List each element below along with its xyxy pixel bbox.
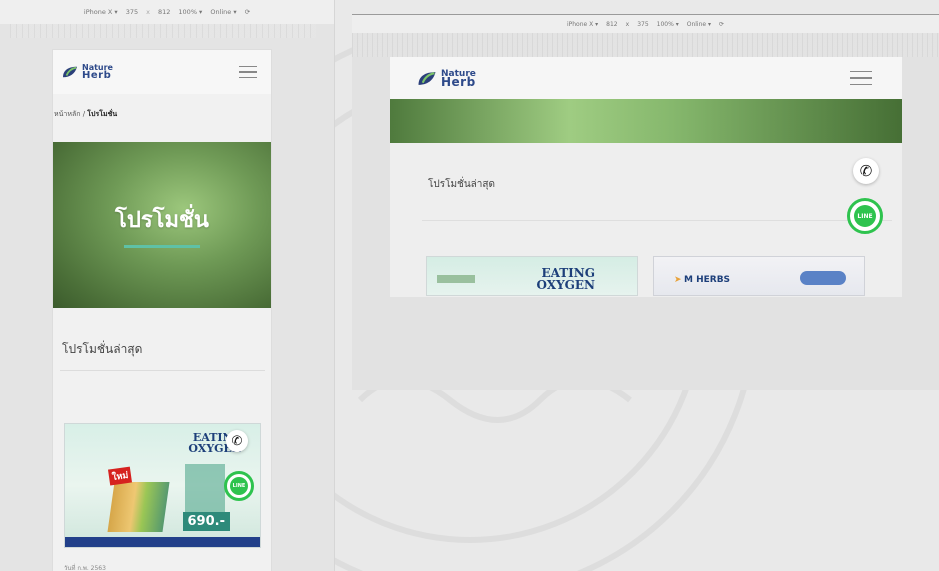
rotate-icon[interactable]: ⟳ xyxy=(719,21,724,28)
rotate-icon[interactable]: ⟳ xyxy=(245,8,250,16)
width-input[interactable]: 812 xyxy=(606,21,617,28)
section-title: โปรโมชั่นล่าสุด xyxy=(428,179,496,190)
height-input[interactable]: 375 xyxy=(637,21,648,28)
menu-icon[interactable] xyxy=(239,65,257,79)
site-header: Nature Herb xyxy=(53,50,271,94)
promo-footer-bar xyxy=(65,537,260,547)
logo-line2: Herb xyxy=(441,75,476,89)
device-toolbar: iPhone X ▾ 375 x 812 100% ▾ Online ▾ ⟳ xyxy=(0,0,334,24)
post-meta: วันที่ ก.พ. 2563 xyxy=(64,565,106,571)
dimension-separator: x xyxy=(625,20,630,28)
promo-tag xyxy=(437,275,475,283)
bird-icon: ➤ xyxy=(674,275,682,285)
breadcrumb-current: โปรโมชั่น xyxy=(87,110,118,118)
promo-title: EATING OXYGEN xyxy=(536,266,595,292)
width-input[interactable]: 375 xyxy=(126,8,138,16)
zoom-select[interactable]: 100% ▾ xyxy=(178,8,202,16)
site-logo[interactable]: Nature Herb xyxy=(61,64,113,81)
breadcrumb: หน้าหลัก / โปรโมชั่น xyxy=(54,109,117,120)
site-logo[interactable]: Nature Herb xyxy=(416,70,476,89)
phone-call-icon[interactable]: ✆ xyxy=(853,158,879,184)
device-select[interactable]: iPhone X ▾ xyxy=(567,21,598,28)
page-title: โปรโมชั่น xyxy=(115,208,209,233)
promo-price: 690.- xyxy=(182,512,230,531)
line-chat-icon[interactable]: LINE xyxy=(224,471,254,501)
network-select[interactable]: Online ▾ xyxy=(210,8,236,16)
logo-line2: Herb xyxy=(82,70,112,81)
hero-banner xyxy=(390,99,902,143)
device-toolbar-landscape: iPhone X ▾ 812 x 375 100% ▾ Online ▾ ⟳ xyxy=(352,15,939,33)
breadcrumb-home-link[interactable]: หน้าหลัก xyxy=(54,110,80,118)
hero-banner: โปรโมชั่น xyxy=(53,142,271,308)
leaf-icon xyxy=(418,71,436,85)
title-underline xyxy=(124,245,200,248)
site-header: Nature Herb xyxy=(390,57,902,99)
zoom-select[interactable]: 100% ▾ xyxy=(657,21,679,28)
menu-icon[interactable] xyxy=(850,70,872,86)
promo-pill xyxy=(800,271,846,285)
promo-card-mherbs[interactable]: ➤ M HERBS xyxy=(653,256,865,296)
promo-graphic xyxy=(185,464,225,514)
ruler-bar xyxy=(352,33,939,57)
network-select[interactable]: Online ▾ xyxy=(687,21,711,28)
section-divider xyxy=(422,220,892,221)
phone-call-icon[interactable]: ✆ xyxy=(226,430,248,452)
new-badge: ใหม่ xyxy=(107,466,133,486)
product-image xyxy=(107,482,170,532)
section-divider xyxy=(60,370,265,371)
brand-logo: M HERBS xyxy=(684,275,731,285)
promo-card-eating-oxygen[interactable]: EATING OXYGEN xyxy=(426,256,638,296)
ruler-bar xyxy=(10,24,316,38)
dimension-separator: x xyxy=(146,8,150,16)
height-input[interactable]: 812 xyxy=(158,8,170,16)
leaf-icon xyxy=(63,66,77,78)
line-chat-icon[interactable]: LINE xyxy=(847,198,883,234)
device-select[interactable]: iPhone X ▾ xyxy=(84,8,118,16)
section-title: โปรโมชั่นล่าสุด xyxy=(62,342,143,356)
